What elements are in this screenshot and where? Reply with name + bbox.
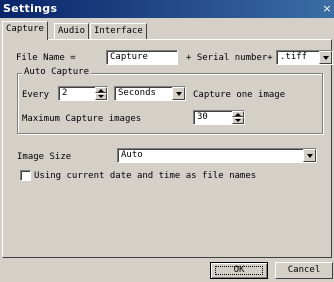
cancel-button[interactable]: Cancel [275, 262, 333, 279]
max-capture-label: Maximum Capture images [22, 114, 142, 124]
auto-capture-title: Auto Capture [22, 67, 92, 77]
close-icon[interactable]: × [320, 2, 334, 16]
chevron-down-icon[interactable] [172, 87, 185, 100]
extension-dropdown[interactable]: .tiff [276, 50, 333, 65]
file-name-input[interactable]: Capture [106, 50, 178, 65]
every-label: Every [22, 90, 50, 100]
image-size-dropdown[interactable]: Auto [117, 148, 317, 163]
every-stepper[interactable] [95, 87, 107, 100]
tab-audio[interactable]: Audio [54, 23, 90, 39]
chevron-down-icon[interactable] [303, 149, 316, 162]
extension-value: .tiff [280, 52, 308, 62]
title-bar[interactable]: Settings × [0, 0, 334, 18]
max-capture-stepper[interactable] [232, 111, 244, 124]
tab-capture[interactable]: Capture [2, 21, 48, 40]
interval-unit-dropdown[interactable]: Seconds [114, 86, 186, 101]
spin-down-icon[interactable] [232, 117, 244, 124]
image-size-label: Image Size [17, 152, 72, 162]
image-size-value: Auto [121, 150, 143, 160]
chevron-down-icon[interactable] [319, 51, 332, 64]
file-name-label: File Name = [16, 53, 76, 63]
auto-capture-group [17, 73, 323, 134]
use-date-label: Using current date and time as file name… [34, 171, 257, 181]
spin-down-icon[interactable] [95, 93, 107, 100]
tab-interface[interactable]: Interface [90, 23, 147, 39]
interval-unit-value: Seconds [118, 88, 156, 98]
use-date-checkbox[interactable] [20, 170, 31, 181]
ok-label: OK [233, 265, 245, 275]
capture-one-image-label: Capture one image [193, 90, 286, 100]
window-title: Settings [3, 2, 58, 15]
serial-number-label: + Serial number+ [186, 53, 273, 63]
ok-button[interactable]: OK [210, 262, 268, 279]
settings-dialog: Settings × Capture Audio Interface File … [0, 0, 334, 282]
